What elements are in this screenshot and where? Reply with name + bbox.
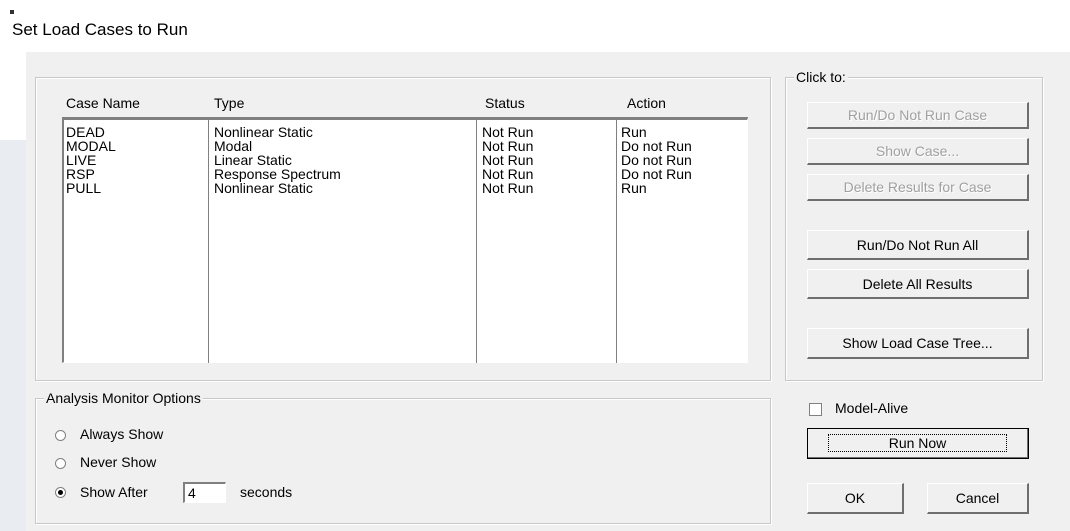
case-name: PULL — [66, 180, 102, 196]
show-case-button[interactable]: Show Case... — [807, 138, 1029, 165]
header-status[interactable]: Status — [485, 95, 525, 111]
background-strip — [0, 140, 26, 531]
header-type[interactable]: Type — [214, 95, 244, 111]
run-do-not-run-all-button[interactable]: Run/Do Not Run All — [807, 230, 1029, 260]
delete-all-results-button[interactable]: Delete All Results — [807, 269, 1029, 299]
case-action: Do not Run — [621, 152, 692, 168]
column-divider — [208, 120, 210, 363]
seconds-label: seconds — [240, 484, 293, 500]
case-action: Run — [621, 180, 647, 196]
run-do-not-run-case-button[interactable]: Run/Do Not Run Case — [807, 102, 1029, 129]
case-name: DEAD — [66, 124, 105, 140]
never-show-radio[interactable] — [55, 458, 66, 469]
always-show-radio[interactable] — [55, 430, 66, 441]
model-alive-checkbox[interactable] — [809, 403, 822, 416]
window-corner-icon — [10, 10, 14, 14]
column-divider — [616, 120, 618, 363]
model-alive-label[interactable]: Model-Alive — [835, 400, 908, 416]
case-action: Do not Run — [621, 166, 692, 182]
case-status: Not Run — [482, 124, 534, 140]
case-type: Modal — [214, 138, 253, 154]
case-name: LIVE — [66, 152, 97, 168]
column-divider — [476, 120, 478, 363]
case-action: Run — [621, 124, 647, 140]
case-type: Nonlinear Static — [214, 124, 313, 140]
case-name: MODAL — [66, 138, 116, 154]
always-show-label[interactable]: Always Show — [80, 426, 163, 442]
click-to-legend: Click to: — [794, 68, 848, 86]
analysis-monitor-legend: Analysis Monitor Options — [44, 389, 203, 407]
never-show-label[interactable]: Never Show — [80, 454, 156, 470]
seconds-input[interactable] — [183, 482, 226, 503]
case-action: Do not Run — [621, 138, 692, 154]
show-after-label[interactable]: Show After — [80, 484, 148, 500]
header-divider — [62, 117, 748, 118]
show-load-case-tree-button[interactable]: Show Load Case Tree... — [807, 328, 1029, 359]
title-bar: Set Load Cases to Run — [0, 0, 1070, 52]
case-type: Nonlinear Static — [214, 180, 313, 196]
case-name: RSP — [66, 166, 95, 182]
show-after-radio[interactable] — [55, 487, 66, 498]
case-status: Not Run — [482, 152, 534, 168]
run-now-label: Run Now — [827, 434, 1008, 452]
header-action[interactable]: Action — [627, 95, 666, 111]
case-type: Response Spectrum — [214, 166, 341, 182]
case-status: Not Run — [482, 166, 534, 182]
header-case-name[interactable]: Case Name — [66, 95, 140, 111]
cancel-button[interactable]: Cancel — [927, 483, 1029, 514]
case-status: Not Run — [482, 138, 534, 154]
case-status: Not Run — [482, 180, 534, 196]
run-now-button[interactable]: Run Now — [807, 428, 1029, 459]
window-title: Set Load Cases to Run — [12, 20, 188, 39]
delete-results-for-case-button[interactable]: Delete Results for Case — [807, 174, 1029, 201]
case-type: Linear Static — [214, 152, 292, 168]
ok-button[interactable]: OK — [807, 483, 904, 514]
